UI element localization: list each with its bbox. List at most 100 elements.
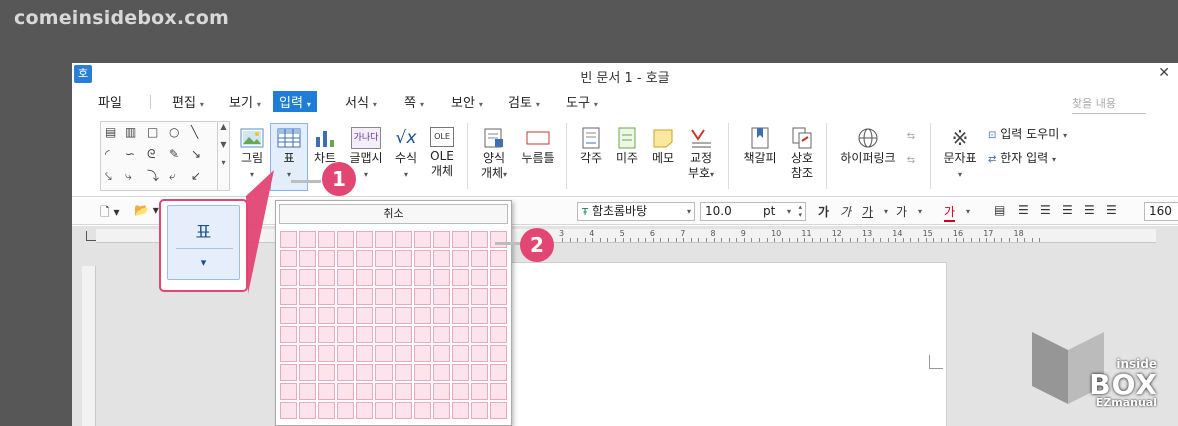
equation-button[interactable]: √x 수식 ▾ [390,127,422,182]
grid-cell[interactable] [318,326,336,343]
grid-cell[interactable] [318,345,336,362]
cross-reference-button[interactable]: 상호 참조 [786,127,818,181]
grid-cell[interactable] [318,250,336,267]
grid-cell[interactable] [470,383,488,400]
grid-cell[interactable] [489,307,507,324]
freeform-icon[interactable]: ᘓ [147,147,155,161]
chevron-down-icon[interactable]: ▾ [884,207,888,216]
connector-icon[interactable]: ↘ [191,147,201,161]
grid-cell[interactable] [413,326,431,343]
menu-page[interactable]: 쪽 ▾ [404,92,424,111]
grid-cell[interactable] [280,269,298,286]
grid-cell[interactable] [394,307,412,324]
memo-button[interactable]: 메모 [648,127,678,166]
menu-security[interactable]: 보안 ▾ [451,92,483,111]
grid-cell[interactable] [299,269,317,286]
grid-cell[interactable] [432,326,450,343]
grid-cell[interactable] [337,250,355,267]
grid-cell[interactable] [394,402,412,419]
grid-cell[interactable] [318,307,336,324]
italic-button[interactable]: 가 [840,203,851,220]
align-right-icon[interactable]: ☰ [1062,203,1073,217]
form-object-button[interactable]: 양식 개체▾ [476,127,512,182]
grid-cell[interactable] [318,288,336,305]
grid-cell[interactable] [375,345,393,362]
menu-tools[interactable]: 도구 ▾ [566,92,598,111]
grid-cell[interactable] [470,231,488,248]
symbol-button[interactable]: ※ 문자표 ▾ [940,127,980,182]
grid-cell[interactable] [318,269,336,286]
grid-cell[interactable] [375,326,393,343]
hanja-input-button[interactable]: ⇄ 한자 입력 ▾ [988,151,1088,167]
grid-cell[interactable] [299,250,317,267]
search-input[interactable]: 찾을 내용 [1072,95,1146,114]
pen-icon[interactable]: ✎ [169,147,179,161]
connector-arrow-icon[interactable]: ⤶ [169,169,176,183]
grid-cell[interactable] [280,402,298,419]
menu-view[interactable]: 보기 ▾ [229,92,261,111]
grid-cell[interactable] [299,364,317,381]
grid-cell[interactable] [318,383,336,400]
grid-cell[interactable] [470,326,488,343]
proofreading-button[interactable]: 교정 부호▾ [684,127,718,182]
grid-cell[interactable] [432,364,450,381]
grid-cell[interactable] [489,383,507,400]
grid-cell[interactable] [280,345,298,362]
grid-cell[interactable] [337,231,355,248]
textbox-vertical-icon[interactable]: ▥ [125,125,136,139]
connector-line-icon[interactable]: ↙ [191,169,201,183]
grid-cell[interactable] [432,250,450,267]
grid-cell[interactable] [489,250,507,267]
grid-cell[interactable] [299,326,317,343]
grid-cell[interactable] [451,307,469,324]
grid-cell[interactable] [356,250,374,267]
bookmark-button[interactable]: 책갈피 [738,127,782,166]
hyperlink-button[interactable]: 하이퍼링크 [836,127,900,166]
grid-cell[interactable] [280,231,298,248]
grid-cell[interactable] [451,383,469,400]
align-split-icon[interactable]: ☰ [1106,203,1117,217]
grid-cell[interactable] [394,326,412,343]
grid-cell[interactable] [280,250,298,267]
chevron-down-icon[interactable]: ▾ [918,207,922,216]
grid-cell[interactable] [394,383,412,400]
grid-cell[interactable] [280,288,298,305]
grid-cell[interactable] [337,345,355,362]
grid-cell[interactable] [375,269,393,286]
grid-cell[interactable] [451,364,469,381]
grid-cell[interactable] [489,288,507,305]
grid-cell[interactable] [413,364,431,381]
grid-cell[interactable] [375,364,393,381]
grid-cell[interactable] [413,288,431,305]
align-center-icon[interactable]: ☰ [1040,203,1051,217]
grid-cell[interactable] [394,269,412,286]
arc-icon[interactable]: ◜ [105,147,110,161]
grid-cell[interactable] [489,402,507,419]
grid-cell[interactable] [337,326,355,343]
grid-cell[interactable] [394,364,412,381]
grid-cell[interactable] [394,345,412,362]
grid-cell[interactable] [337,402,355,419]
cancel-button[interactable]: 취소 [279,204,508,224]
grid-cell[interactable] [413,307,431,324]
grid-cell[interactable] [375,402,393,419]
menu-format[interactable]: 서식 ▾ [345,92,377,111]
grid-cell[interactable] [280,383,298,400]
connector-curve-icon[interactable]: ⤵ [147,169,159,183]
grid-cell[interactable] [280,364,298,381]
grid-cell[interactable] [451,269,469,286]
grid-cell[interactable] [432,345,450,362]
table-size-grid[interactable] [279,230,508,425]
grid-cell[interactable] [356,383,374,400]
grid-cell[interactable] [432,269,450,286]
grid-cell[interactable] [299,402,317,419]
grid-cell[interactable] [432,231,450,248]
grid-cell[interactable] [356,326,374,343]
ruler-corner-icon[interactable] [86,231,96,241]
grid-cell[interactable] [489,345,507,362]
grid-cell[interactable] [489,326,507,343]
grid-cell[interactable] [356,307,374,324]
grid-cell[interactable] [451,250,469,267]
menu-review[interactable]: 검토 ▾ [508,92,540,111]
menu-file[interactable]: 파일 [98,92,122,111]
